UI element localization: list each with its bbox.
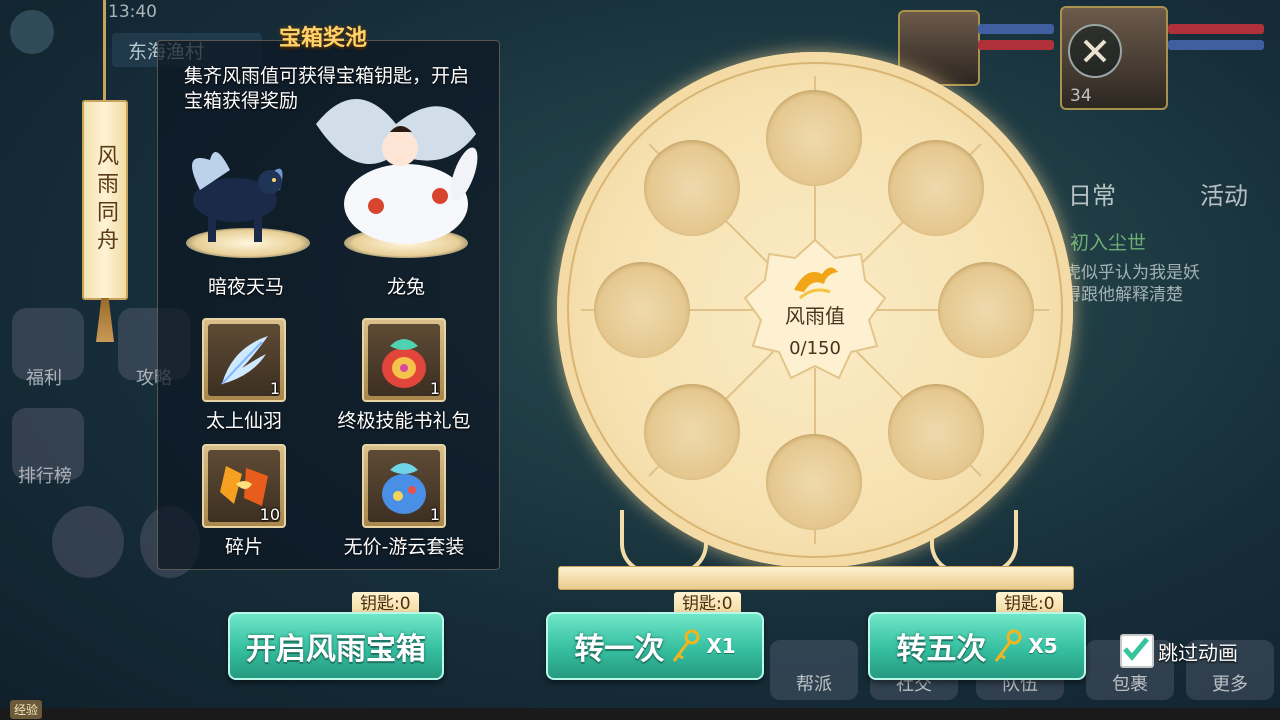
item-name: 无价-游云套装 bbox=[343, 536, 465, 558]
item-name: 碎片 bbox=[224, 536, 263, 558]
banner-string bbox=[103, 0, 106, 102]
skip-animation-label: 跳过动画 bbox=[1158, 640, 1238, 665]
spin-once-multiplier: X1 bbox=[706, 634, 736, 658]
pet-name: 龙兔 bbox=[386, 276, 425, 298]
checkmark-icon bbox=[1123, 637, 1149, 661]
side-label-welfare: 福利 bbox=[26, 368, 62, 389]
clock-text: 13:40 bbox=[108, 2, 157, 22]
bottom-button-guild[interactable]: 帮派 bbox=[770, 640, 858, 700]
spin-once-button[interactable]: 转一次 X1 bbox=[546, 612, 764, 680]
spin-five-label: 转五次 bbox=[896, 632, 987, 667]
item-count: 1 bbox=[429, 379, 440, 398]
key-icon bbox=[995, 629, 1022, 662]
close-button[interactable] bbox=[1068, 24, 1122, 78]
item-count: 1 bbox=[269, 379, 280, 398]
wheel-slot bbox=[888, 140, 984, 236]
tab-daily[interactable]: 日常 bbox=[1068, 176, 1116, 211]
status-bar: 13:40 bbox=[108, 2, 157, 22]
item-name: 终极技能书礼包 bbox=[337, 410, 471, 432]
spin-once-label: 转一次 bbox=[574, 632, 665, 667]
tab-activity[interactable]: 活动 bbox=[1200, 176, 1248, 211]
quest-title[interactable]: 初入尘世 bbox=[1070, 228, 1146, 255]
item-name: 太上仙羽 bbox=[205, 410, 282, 432]
player-mp-bar bbox=[1168, 40, 1264, 50]
dragon-rabbit-icon[interactable] bbox=[296, 84, 486, 254]
wheel-stand bbox=[558, 566, 1074, 590]
open-chest-label: 开启风雨宝箱 bbox=[246, 632, 426, 667]
wheel-slot bbox=[766, 90, 862, 186]
item-slot[interactable]: 10 bbox=[202, 444, 286, 528]
wheel-slot bbox=[644, 140, 740, 236]
reward-pool-title: 宝箱奖池 bbox=[278, 26, 367, 51]
pet-mp-bar bbox=[978, 40, 1054, 50]
item-count: 1 bbox=[429, 505, 440, 524]
wind-rain-value: 0/150 bbox=[789, 338, 841, 359]
wheel-slot bbox=[644, 384, 740, 480]
player-hp-bar bbox=[1168, 24, 1264, 34]
costume-bag-icon bbox=[382, 463, 426, 514]
wheel-slot bbox=[938, 262, 1034, 358]
feather-icon bbox=[221, 336, 268, 385]
spin-five-multiplier: X5 bbox=[1028, 634, 1058, 658]
item-slot[interactable]: 1 bbox=[362, 444, 446, 528]
pet-name: 暗夜天马 bbox=[207, 276, 284, 298]
chat-icon[interactable] bbox=[52, 506, 124, 578]
item-slot[interactable]: 1 bbox=[362, 318, 446, 402]
wheel-slot bbox=[888, 384, 984, 480]
dark-pegasus-icon[interactable] bbox=[170, 130, 300, 250]
item-slot[interactable]: 1 bbox=[202, 318, 286, 402]
wheel-slot bbox=[594, 262, 690, 358]
skill-book-bag-icon bbox=[382, 339, 426, 388]
skip-animation-toggle[interactable]: 跳过动画 bbox=[1120, 634, 1238, 668]
close-icon bbox=[1083, 39, 1107, 63]
exp-bar bbox=[0, 708, 1280, 720]
key-icon bbox=[673, 629, 700, 662]
spin-five-button[interactable]: 转五次 X5 bbox=[868, 612, 1086, 680]
item-count: 10 bbox=[259, 505, 280, 524]
player-level: 34 bbox=[1070, 86, 1092, 106]
open-chest-button[interactable]: 开启风雨宝箱 bbox=[228, 612, 444, 680]
pet-hp-bar bbox=[978, 24, 1054, 34]
skip-animation-checkbox[interactable] bbox=[1120, 634, 1154, 668]
wheel-slot bbox=[766, 434, 862, 530]
wind-rain-label: 风雨值 bbox=[785, 304, 845, 328]
side-label-ranking: 排行榜 bbox=[18, 466, 72, 487]
exp-label: 经验 bbox=[10, 700, 43, 719]
lock-icon[interactable] bbox=[10, 10, 54, 54]
quest-line[interactable]: 得跟他解释清楚 bbox=[1064, 280, 1183, 305]
event-banner[interactable]: 风雨同舟 bbox=[82, 100, 128, 300]
wind-rain-icon bbox=[794, 267, 838, 300]
